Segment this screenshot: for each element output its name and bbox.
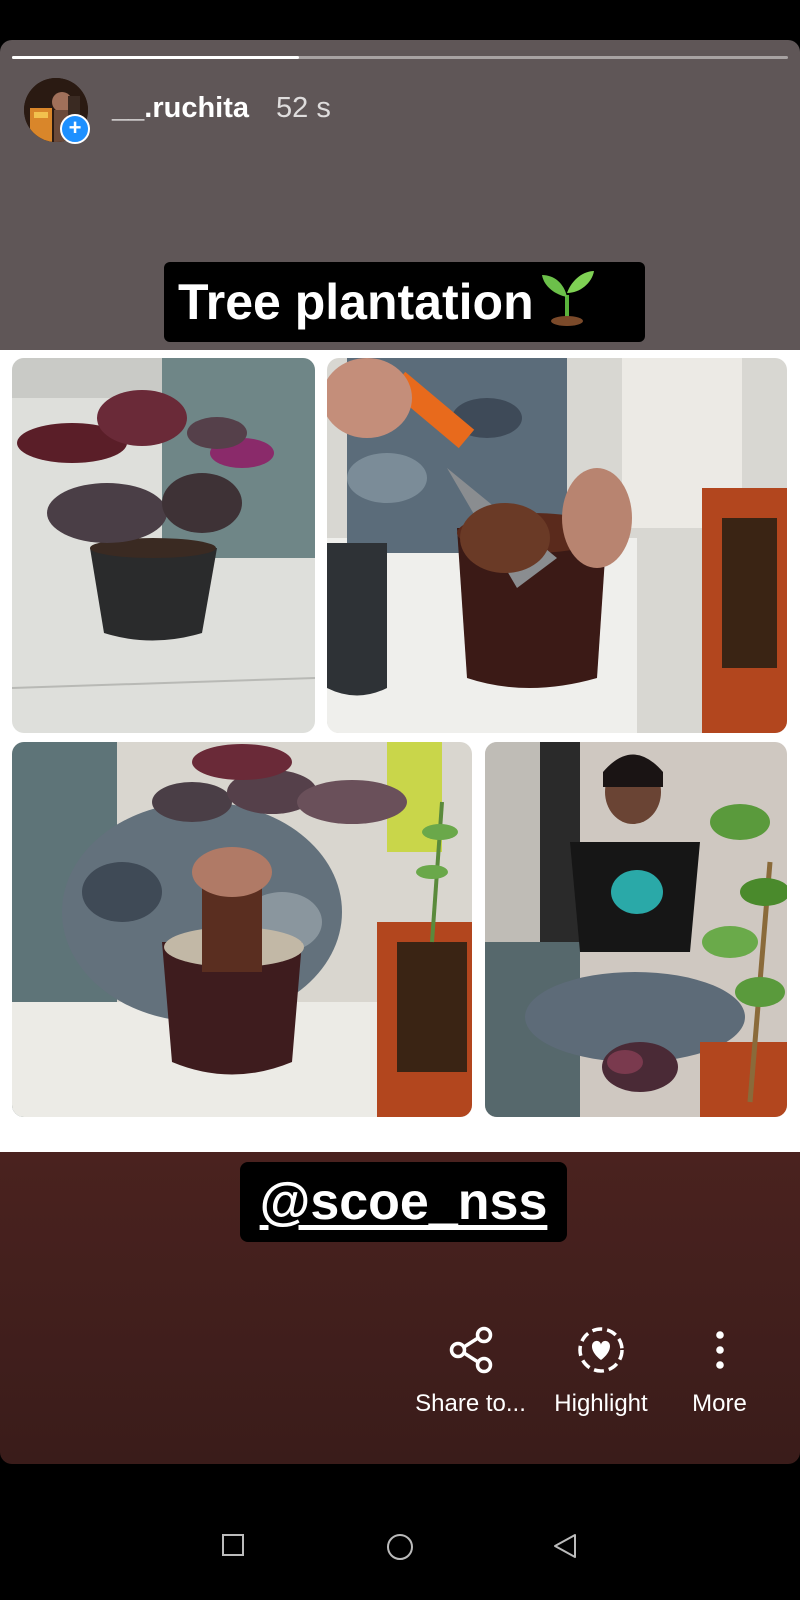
story-viewer[interactable]: + __.ruchita 52 s Tree plantation @scoe_… bbox=[0, 40, 800, 1464]
photo-girl-with-plant bbox=[485, 742, 787, 1117]
highlight-label: Highlight bbox=[554, 1390, 648, 1417]
more-label: More bbox=[692, 1390, 747, 1417]
story-progress-fill bbox=[12, 56, 300, 59]
circle-icon[interactable] bbox=[386, 1533, 414, 1566]
highlight-heart-icon bbox=[546, 1322, 656, 1378]
share-label: Share to... bbox=[415, 1390, 526, 1417]
mention-sticker[interactable]: @scoe_nss bbox=[240, 1162, 567, 1242]
photo-filling-soil bbox=[327, 358, 787, 733]
system-navigation-bar bbox=[0, 1464, 800, 1600]
story-timestamp: 52 s bbox=[276, 92, 331, 124]
share-icon bbox=[408, 1322, 533, 1378]
story-username[interactable]: __.ruchita bbox=[112, 92, 249, 125]
more-vertical-icon bbox=[672, 1322, 767, 1378]
title-sticker: Tree plantation bbox=[164, 262, 645, 342]
story-progress-bar bbox=[12, 56, 788, 59]
highlight-button[interactable]: Highlight bbox=[546, 1322, 656, 1418]
status-bar bbox=[0, 0, 800, 40]
add-story-badge[interactable]: + bbox=[60, 114, 90, 144]
title-sticker-text: Tree plantation bbox=[178, 274, 534, 330]
photo-placing-plant bbox=[12, 742, 472, 1117]
triangle-back-icon[interactable] bbox=[552, 1533, 578, 1564]
more-button[interactable]: More bbox=[672, 1322, 767, 1418]
square-icon[interactable] bbox=[221, 1533, 245, 1562]
share-button[interactable]: Share to... bbox=[408, 1322, 533, 1418]
sprout-icon bbox=[536, 265, 598, 339]
photo-plant-in-pot bbox=[12, 358, 315, 733]
